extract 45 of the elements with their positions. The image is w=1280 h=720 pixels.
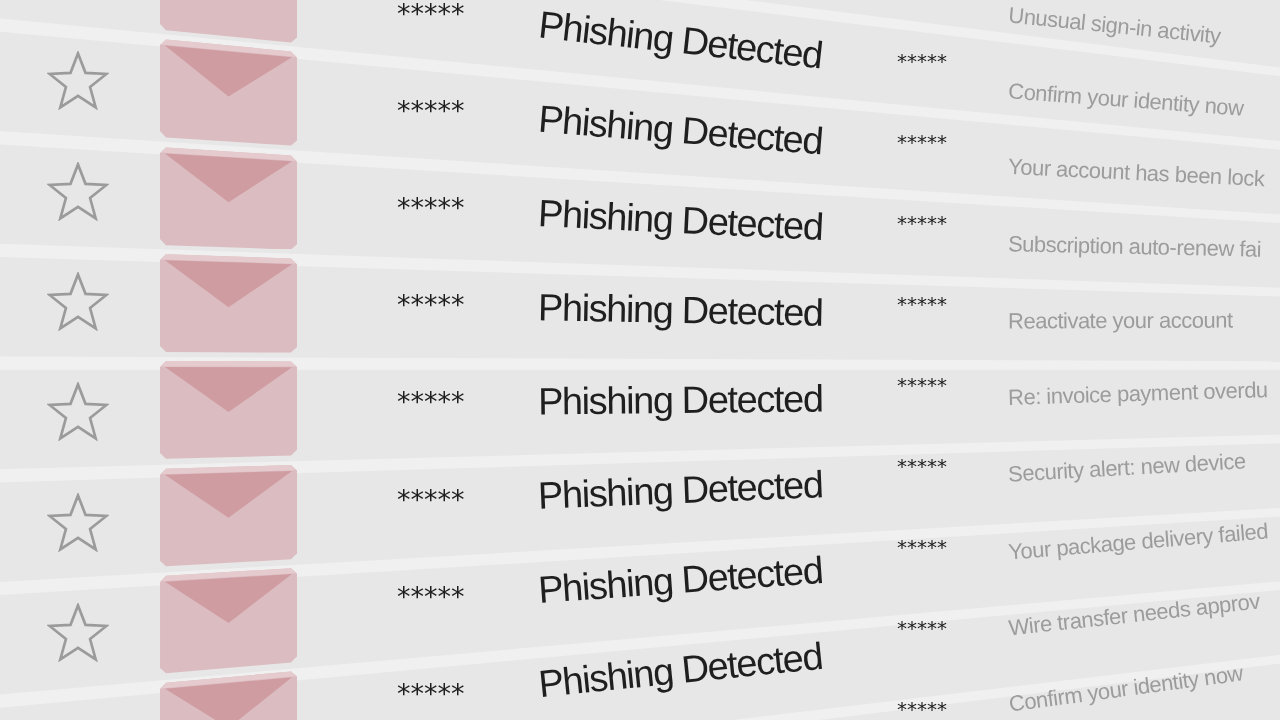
masked-text: ***** xyxy=(897,376,947,394)
star-icon[interactable] xyxy=(47,492,109,552)
email-subject: Phishing Detected xyxy=(536,98,824,164)
masked-text: ***** xyxy=(897,619,947,637)
masked-text: ***** xyxy=(897,457,947,475)
star-icon[interactable] xyxy=(47,51,109,111)
email-preview: Re: invoice payment overdu xyxy=(1007,378,1268,411)
email-subject: Phishing Detected xyxy=(537,287,823,335)
envelope-icon xyxy=(160,464,297,567)
star-icon[interactable] xyxy=(47,272,109,332)
masked-text: ***** xyxy=(897,52,947,70)
masked-text: ***** xyxy=(897,295,947,313)
masked-text: ***** xyxy=(897,133,947,151)
masked-text: ***** xyxy=(897,538,947,556)
email-preview: Your account has been lock xyxy=(1007,155,1265,192)
email-preview: Reactivate your account xyxy=(1007,308,1233,334)
masked-text: ***** xyxy=(397,388,465,416)
envelope-icon xyxy=(160,254,297,353)
envelope-icon xyxy=(160,146,297,250)
email-preview: Security alert: new device xyxy=(1007,449,1247,487)
star-icon[interactable] xyxy=(47,382,109,442)
email-preview: Confirm your identity now xyxy=(1007,661,1245,717)
star-icon[interactable] xyxy=(47,602,109,662)
email-subject: Phishing Detected xyxy=(536,635,824,707)
email-preview: Unusual sign-in activity xyxy=(1007,3,1222,49)
email-subject: Phishing Detected xyxy=(537,193,824,249)
email-preview: Wire transfer needs approv xyxy=(1007,589,1261,642)
masked-text: ***** xyxy=(397,0,465,27)
masked-text: ***** xyxy=(897,700,947,718)
masked-text: ***** xyxy=(897,214,947,232)
masked-text: ***** xyxy=(397,680,465,707)
masked-text: ***** xyxy=(397,96,465,124)
envelope-icon xyxy=(160,361,297,460)
email-preview: Subscription auto-renew fai xyxy=(1007,232,1262,262)
masked-text: ***** xyxy=(397,194,465,222)
email-subject: Phishing Detected xyxy=(536,4,825,78)
email-subject: Phishing Detected xyxy=(536,550,824,612)
email-subject: Phishing Detected xyxy=(537,464,824,518)
email-preview: Confirm your identity now xyxy=(1007,78,1245,121)
star-icon[interactable] xyxy=(47,161,109,221)
masked-text: ***** xyxy=(397,582,465,610)
email-subject: Phishing Detected xyxy=(537,378,823,424)
masked-text: ***** xyxy=(397,291,465,319)
masked-text: ***** xyxy=(397,485,465,513)
email-preview: Your package delivery failed xyxy=(1007,519,1269,565)
